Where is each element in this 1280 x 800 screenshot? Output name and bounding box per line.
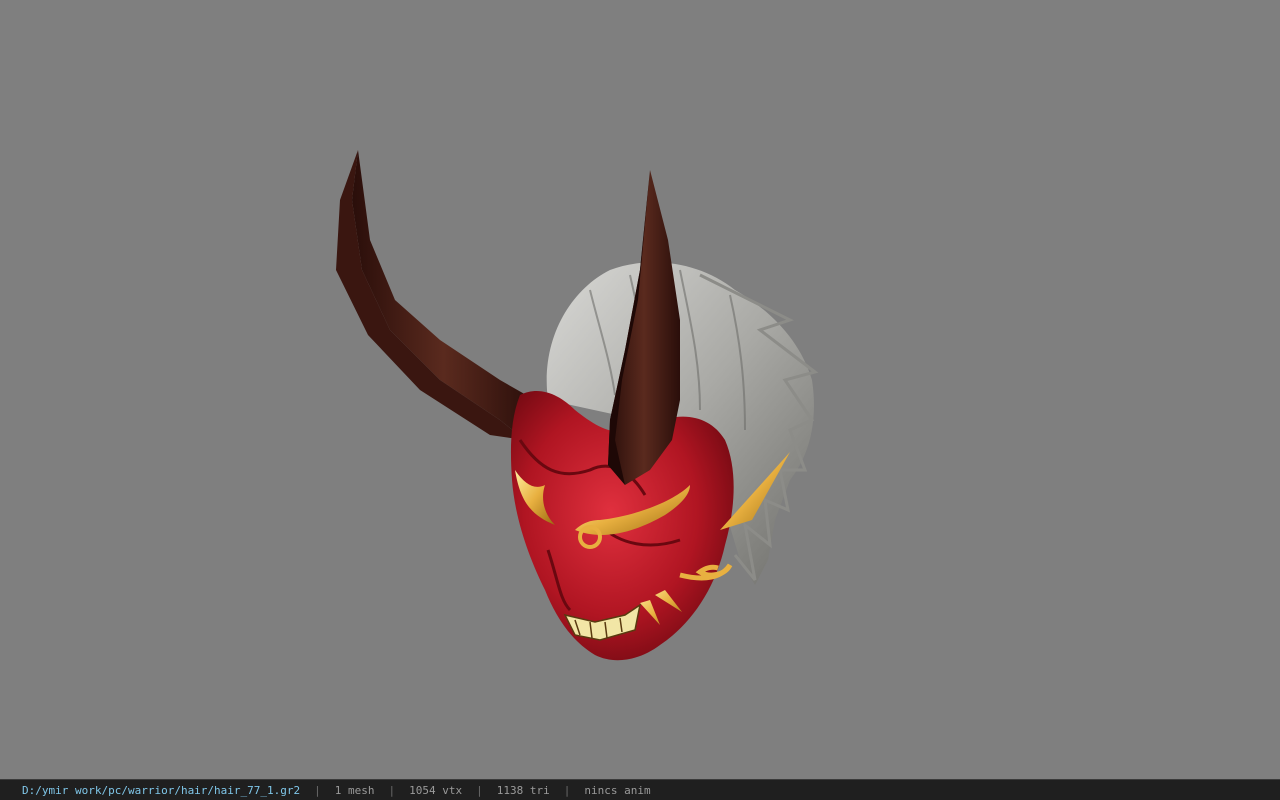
status-separator: | xyxy=(314,783,321,797)
left-horn xyxy=(336,150,535,440)
status-triangle-count: 1138 tri xyxy=(496,783,550,797)
status-separator: | xyxy=(563,783,571,797)
3d-viewport[interactable] xyxy=(0,0,1280,779)
status-separator: | xyxy=(476,783,483,797)
status-vertex-count: 1054 vtx xyxy=(409,783,463,797)
model-render xyxy=(336,150,819,661)
status-mesh-count: 1 mesh xyxy=(334,783,375,797)
status-file-path: D:/ymir work/pc/warrior/hair/hair_77_1.g… xyxy=(22,783,301,797)
status-separator: | xyxy=(388,783,396,797)
status-bar: D:/ymir work/pc/warrior/hair/hair_77_1.g… xyxy=(0,779,1280,800)
status-anim-info: nincs anim xyxy=(584,783,651,797)
